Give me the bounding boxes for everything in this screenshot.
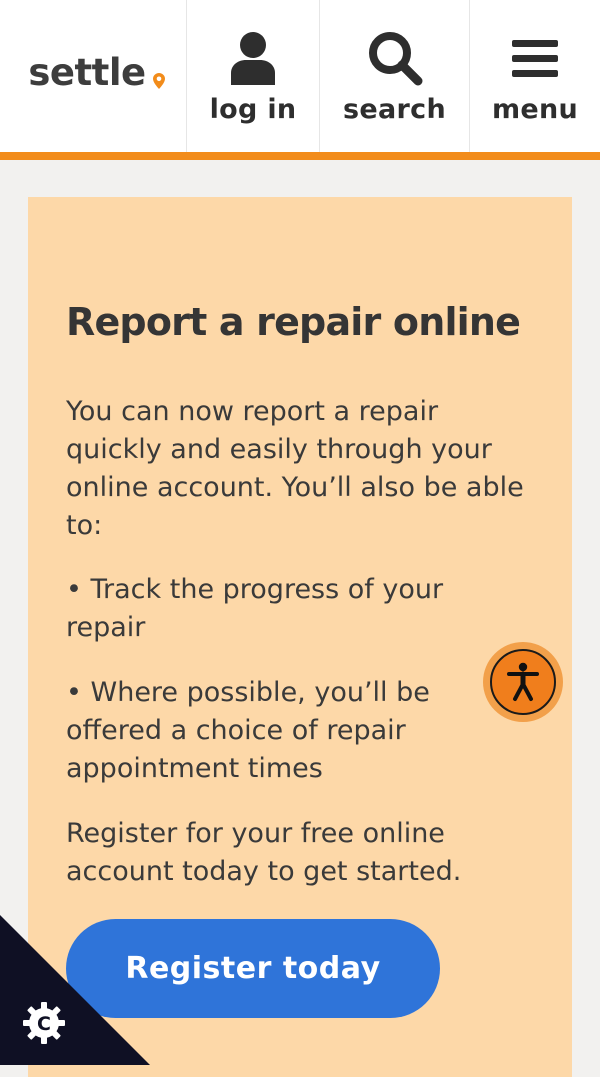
bullet-appointment-choice: • Where possible, you’ll be offered a ch… bbox=[66, 677, 430, 784]
user-icon bbox=[229, 28, 277, 88]
accessibility-widget-button[interactable] bbox=[483, 642, 563, 722]
nav-login[interactable]: log in bbox=[186, 0, 319, 152]
hamburger-menu-icon bbox=[512, 28, 558, 88]
accessibility-icon bbox=[490, 649, 556, 715]
cookie-settings-icon: C bbox=[23, 1002, 65, 1044]
nav-search[interactable]: search bbox=[319, 0, 469, 152]
register-prompt: Register for your free online account to… bbox=[66, 818, 462, 887]
svg-text:C: C bbox=[37, 1013, 51, 1035]
site-header: settle log in search menu bbox=[0, 0, 600, 160]
bullet-track-progress: • Track the progress of your repair bbox=[66, 574, 444, 643]
intro-paragraph: You can now report a repair quickly and … bbox=[66, 396, 524, 541]
search-icon bbox=[366, 28, 424, 88]
logo: settle bbox=[28, 50, 146, 94]
card-title: Report a repair online bbox=[66, 300, 521, 344]
cookie-settings-button[interactable]: C bbox=[0, 915, 150, 1065]
nav-menu-label: menu bbox=[491, 94, 579, 125]
nav-menu[interactable]: menu bbox=[469, 0, 600, 152]
location-pin-icon bbox=[153, 73, 165, 89]
logo-link[interactable]: settle bbox=[0, 0, 186, 152]
nav-search-label: search bbox=[343, 94, 446, 125]
nav-login-label: log in bbox=[209, 94, 297, 125]
